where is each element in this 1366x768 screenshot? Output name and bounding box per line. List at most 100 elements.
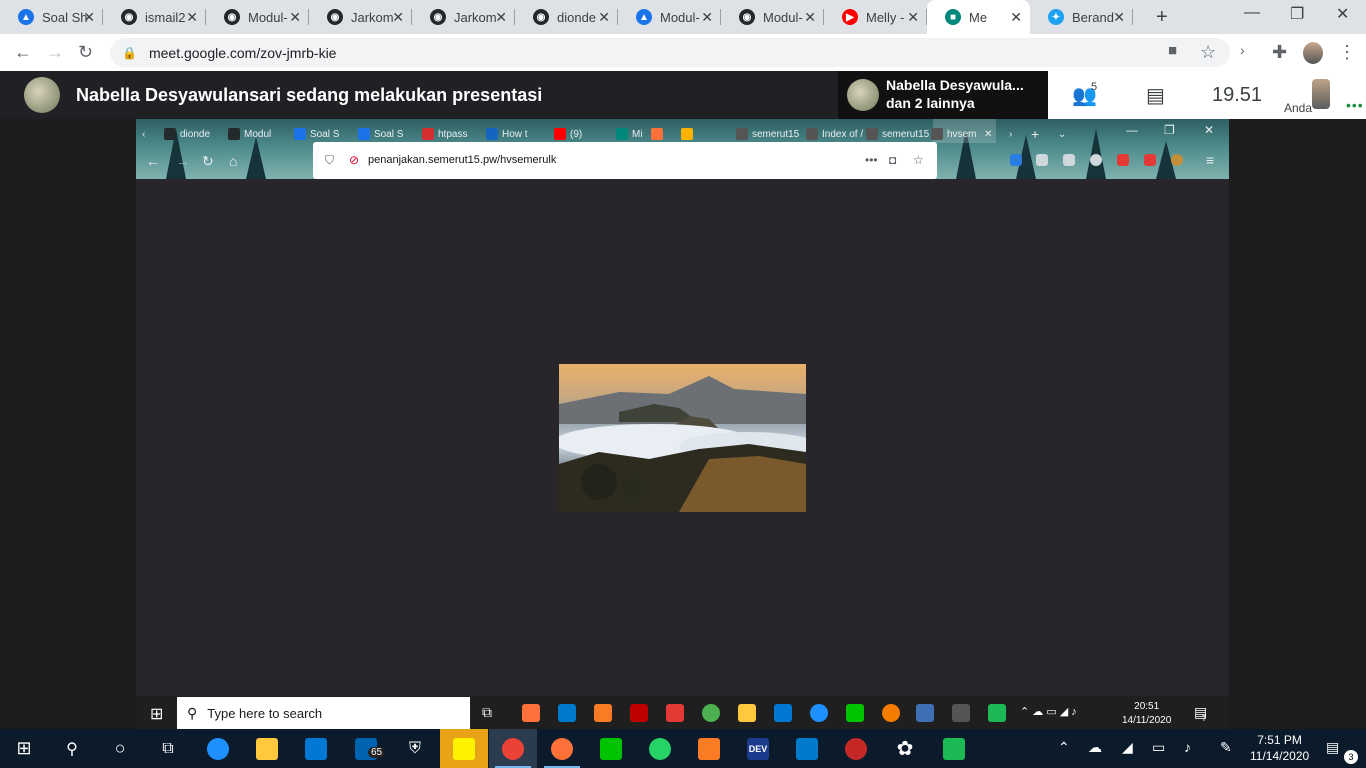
chrome-tab[interactable]: ◉ Jarkom ✕ bbox=[412, 0, 515, 34]
chrome-tab[interactable]: ◉ Jarkom ✕ bbox=[309, 0, 412, 34]
shared-line-icon[interactable] bbox=[846, 704, 864, 722]
firefox-restore-button[interactable]: ❐ bbox=[1164, 123, 1175, 137]
snipping-taskbar-button[interactable] bbox=[832, 729, 880, 768]
firefox-tab-scroll-right[interactable]: › bbox=[1009, 123, 1012, 145]
shared-explorer-icon[interactable] bbox=[738, 704, 756, 722]
firefox-tab-close-icon[interactable]: ✕ bbox=[984, 123, 992, 145]
chrome-taskbar-button[interactable] bbox=[489, 729, 537, 768]
shared-xlaunch-icon[interactable] bbox=[952, 704, 970, 722]
shared-orange-app-icon[interactable] bbox=[882, 704, 900, 722]
library-icon[interactable] bbox=[1036, 154, 1048, 166]
adblock-icon[interactable] bbox=[1117, 154, 1129, 166]
chrome-tab[interactable]: ▶ Melly - ✕ bbox=[824, 0, 927, 34]
extension-arrow-icon[interactable]: › bbox=[1240, 42, 1245, 58]
firefox-menu-icon[interactable]: ≡ bbox=[1206, 152, 1214, 168]
close-window-button[interactable]: ✕ bbox=[1336, 4, 1349, 24]
shared-chrome-icon[interactable] bbox=[702, 704, 720, 722]
chrome-tab[interactable]: ■ Me ✕ bbox=[927, 0, 1030, 34]
tab-close-icon[interactable]: ✕ bbox=[83, 9, 95, 26]
tab-close-icon[interactable]: ✕ bbox=[907, 9, 919, 26]
tab-close-icon[interactable]: ✕ bbox=[1010, 9, 1022, 26]
line-taskbar-button[interactable] bbox=[587, 729, 635, 768]
shared-xampp-icon[interactable] bbox=[594, 704, 612, 722]
battery-icon[interactable]: ▭ bbox=[1152, 739, 1165, 756]
shared-task-view-icon[interactable]: ⧉ bbox=[482, 704, 492, 721]
edge-taskbar-button[interactable] bbox=[194, 729, 242, 768]
firefox-tab[interactable]: dionde bbox=[164, 123, 210, 145]
firefox-tab-list-icon[interactable]: ⌄ bbox=[1058, 123, 1066, 145]
firefox-home-icon[interactable]: ⌂ bbox=[229, 153, 237, 169]
address-bar[interactable]: 🔒 meet.google.com/zov-jmrb-kie bbox=[110, 38, 1230, 67]
chrome-tab[interactable]: ◉ ismail2 ✕ bbox=[103, 0, 206, 34]
chrome-tab[interactable]: ◉ Modul- ✕ bbox=[206, 0, 309, 34]
shared-edge-icon[interactable] bbox=[810, 704, 828, 722]
chrome-tab[interactable]: ✦ Berand ✕ bbox=[1030, 0, 1133, 34]
extensions-puzzle-icon[interactable]: ✚ bbox=[1272, 42, 1287, 63]
cortana-button[interactable]: ○ bbox=[96, 729, 144, 768]
shared-clock[interactable]: 20:51 14/11/2020 bbox=[1122, 700, 1171, 728]
shared-filezilla2-icon[interactable] bbox=[666, 704, 684, 722]
shared-firefox-icon[interactable] bbox=[522, 704, 540, 722]
chat-icon[interactable]: ▤ bbox=[1146, 83, 1165, 108]
account-icon[interactable] bbox=[1090, 154, 1102, 166]
taskbar-clock[interactable]: 7:51 PM 11/14/2020 bbox=[1250, 732, 1309, 764]
onedrive-icon[interactable]: ☁ bbox=[1088, 739, 1102, 756]
shared-search-box[interactable]: ⚲ Type here to search bbox=[177, 697, 470, 729]
tab-close-icon[interactable]: ✕ bbox=[804, 9, 816, 26]
shared-tray-icons[interactable]: ⌃ ☁ ▭ ◢ ♪ bbox=[1020, 705, 1077, 718]
firefox-forward-icon[interactable]: → bbox=[176, 153, 190, 169]
show-hidden-icons[interactable]: ⌃ bbox=[1058, 739, 1070, 756]
firefox-bookmark-star-icon[interactable]: ☆ bbox=[913, 153, 924, 167]
whatsapp-taskbar-button[interactable] bbox=[636, 729, 684, 768]
firefox-minimize-button[interactable]: — bbox=[1126, 123, 1138, 137]
xampp-taskbar-button[interactable] bbox=[685, 729, 733, 768]
tab-close-icon[interactable]: ✕ bbox=[186, 9, 198, 26]
tab-close-icon[interactable]: ✕ bbox=[289, 9, 301, 26]
restore-button[interactable]: ❐ bbox=[1290, 4, 1304, 24]
security-taskbar-button[interactable]: ⛨ bbox=[391, 729, 439, 768]
tab-close-icon[interactable]: ✕ bbox=[1113, 9, 1125, 26]
reader-view-icon[interactable] bbox=[1063, 154, 1075, 166]
firefox-tab[interactable]: Modul bbox=[228, 123, 271, 145]
pinned-participant-tile[interactable]: Nabella Desyawula... dan 2 lainnya bbox=[838, 71, 1048, 119]
mail-taskbar-button[interactable]: 65 bbox=[342, 729, 390, 768]
pen-icon[interactable]: ✎ bbox=[1220, 739, 1232, 756]
firefox-taskbar-button[interactable] bbox=[538, 729, 586, 768]
firefox-close-button[interactable]: ✕ bbox=[1204, 123, 1214, 137]
forward-icon[interactable]: → bbox=[46, 42, 64, 63]
insecure-lock-icon[interactable]: ⊘ bbox=[349, 153, 359, 167]
firefox-reload-icon[interactable]: ↻ bbox=[202, 153, 214, 170]
pinwheel-taskbar-button[interactable]: ✿ bbox=[881, 729, 929, 768]
explorer-taskbar-button[interactable] bbox=[243, 729, 291, 768]
chrome-tab[interactable]: ▲ Modul- ✕ bbox=[618, 0, 721, 34]
start-button[interactable]: ⊞ bbox=[0, 729, 48, 768]
shared-store-icon[interactable] bbox=[774, 704, 792, 722]
shared-start-icon[interactable]: ⊞ bbox=[150, 704, 163, 724]
tab-close-icon[interactable]: ✕ bbox=[392, 9, 404, 26]
minimize-button[interactable]: — bbox=[1244, 4, 1260, 22]
tab-close-icon[interactable]: ✕ bbox=[701, 9, 713, 26]
vscode-taskbar-button[interactable] bbox=[783, 729, 831, 768]
chrome-tab[interactable]: ◉ Modul- ✕ bbox=[721, 0, 824, 34]
devcpp-taskbar-button[interactable]: DEV bbox=[734, 729, 782, 768]
tab-close-icon[interactable]: ✕ bbox=[598, 9, 610, 26]
green-app-taskbar-button[interactable] bbox=[930, 729, 978, 768]
store-taskbar-button[interactable] bbox=[292, 729, 340, 768]
self-video-thumbnail[interactable] bbox=[1312, 79, 1330, 109]
bookmark-star-icon[interactable]: ☆ bbox=[1200, 42, 1216, 63]
firefox-tab[interactable]: hvsem bbox=[931, 123, 976, 145]
firefox-url-bar[interactable]: ⛉ ⊘ penanjakan.semerut15.pw/hvsemerulk •… bbox=[313, 142, 937, 179]
shared-network-app-icon[interactable] bbox=[916, 704, 934, 722]
page-actions-icon[interactable]: ••• bbox=[865, 153, 878, 167]
shared-green-app-icon[interactable] bbox=[988, 704, 1006, 722]
chrome-menu-icon[interactable]: ⋮ bbox=[1338, 42, 1356, 63]
reload-icon[interactable]: ↻ bbox=[78, 42, 93, 63]
volume-icon[interactable]: ♪ bbox=[1184, 739, 1191, 755]
action-center-icon[interactable]: ▤ bbox=[1326, 739, 1339, 756]
back-icon[interactable]: ← bbox=[14, 42, 32, 63]
firefox-new-tab-button[interactable]: + bbox=[1031, 123, 1039, 145]
sticky-notes-taskbar-button[interactable] bbox=[440, 729, 488, 768]
task-view-button[interactable]: ⧉ bbox=[144, 729, 192, 768]
shared-filezilla-icon[interactable] bbox=[630, 704, 648, 722]
profile-avatar[interactable] bbox=[1303, 42, 1323, 64]
